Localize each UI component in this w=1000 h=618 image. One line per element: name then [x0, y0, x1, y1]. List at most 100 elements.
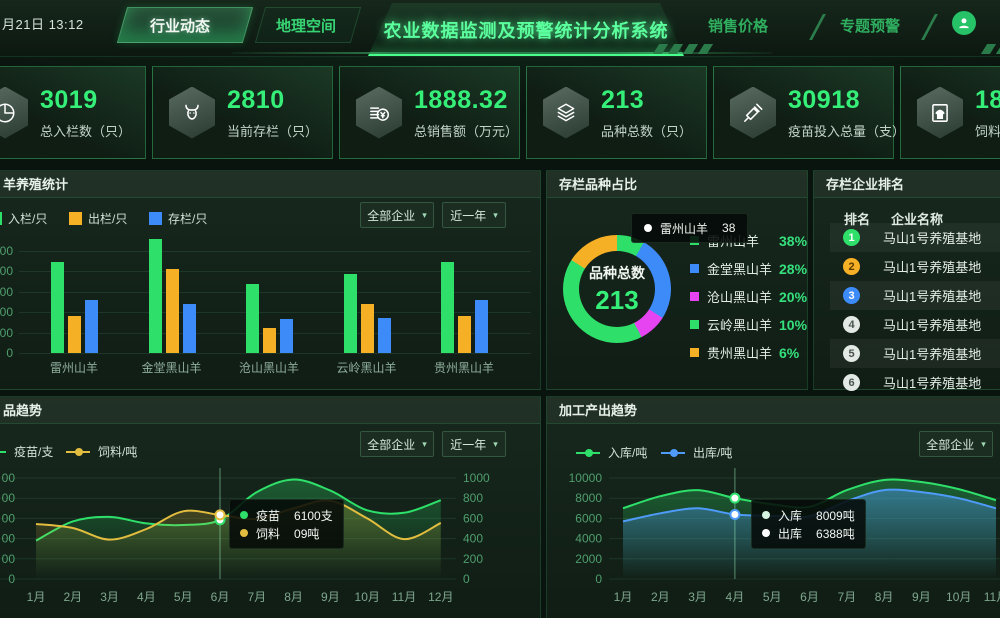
bar[interactable]	[51, 262, 64, 353]
panel-processing-trend: 加工产出趋势 入库/吨 出库/吨 全部企业 ▾ 1000080006000400…	[546, 396, 1000, 618]
y-axis-label: 200	[0, 326, 13, 340]
kpi-value: 188	[975, 86, 1000, 115]
period-filter-dropdown[interactable]: 近一年 ▾	[442, 431, 506, 457]
donut-legend-item[interactable]: 云岭黑山羊10%	[690, 315, 807, 334]
legend-swatch	[0, 212, 2, 225]
svg-text:600: 600	[463, 511, 483, 525]
donut-legend-item[interactable]: 沧山黑山羊20%	[690, 287, 807, 306]
svg-text:0: 0	[595, 572, 602, 586]
donut-legend-item[interactable]: 金堂黑山羊28%	[690, 259, 807, 278]
bar-category-label: 金堂黑山羊	[124, 359, 220, 376]
kpi-text: 3019总入栏数（只）	[40, 86, 131, 140]
bar[interactable]	[458, 316, 471, 353]
tab-sales[interactable]: 销售价格	[708, 15, 768, 36]
legend-item-inbound[interactable]: 入库/吨	[576, 444, 647, 461]
enterprise-filter-dropdown[interactable]: 全部企业 ▾	[360, 202, 434, 228]
legend-pct: 10%	[779, 317, 807, 333]
chevron-down-icon: ▾	[422, 439, 427, 450]
bar-category-label: 雷州山羊	[26, 359, 122, 376]
rank-badge: 3	[843, 287, 860, 304]
coins-icon	[356, 87, 402, 139]
panel-product-trend: 品趋势 疫苗/支 饲料/吨 全部企业 ▾ 近一年 ▾ 0010000080000…	[0, 396, 541, 618]
bar[interactable]	[344, 274, 357, 353]
svg-text:2000: 2000	[575, 552, 602, 566]
chart-tooltip: 入库8009吨出库6388吨	[751, 499, 866, 549]
legend-item-feed[interactable]: 饲料/吨	[66, 443, 137, 460]
kpi-card: 30918疫苗投入总量（支）	[713, 66, 894, 159]
tooltip-dot	[644, 224, 652, 232]
svg-text:10月: 10月	[946, 590, 971, 604]
legend-name: 云岭黑山羊	[707, 315, 779, 334]
bar-category-label: 云岭黑山羊	[319, 359, 415, 376]
bar[interactable]	[183, 304, 196, 353]
kpi-label: 饲料投入	[975, 121, 1000, 140]
legend-item-stock[interactable]: 存栏/只	[149, 210, 207, 227]
donut-legend-item[interactable]: 贵州黑山羊6%	[690, 343, 799, 362]
bar[interactable]	[68, 316, 81, 353]
tooltip-row: 出库6388吨	[762, 524, 855, 542]
kpi-card: 213品种总数（只）	[526, 66, 707, 159]
enterprise-filter-dropdown[interactable]: 全部企业 ▾	[919, 431, 993, 457]
panel-title: 加工产出趋势	[547, 397, 1000, 424]
legend-line-marker	[661, 452, 685, 454]
bar[interactable]	[246, 284, 259, 353]
panel-title: 存栏企业排名	[814, 171, 1000, 198]
rank-badge: 5	[843, 345, 860, 362]
kpi-card: 1888.32总销售额（万元）	[339, 66, 520, 159]
bar[interactable]	[166, 269, 179, 353]
feed-bag-icon	[917, 87, 963, 139]
donut-center-label: 品种总数	[589, 263, 645, 283]
kpi-label: 总销售额（万元）	[414, 121, 518, 140]
period-filter-dropdown[interactable]: 近一年 ▾	[442, 202, 506, 228]
legend-item-out[interactable]: 出栏/只	[69, 210, 127, 227]
table-row: 3 马山1号养殖基地	[830, 281, 1000, 310]
legend-pct: 20%	[779, 289, 807, 305]
legend-swatch	[690, 292, 699, 301]
tooltip-row: 入库8009吨	[762, 506, 855, 524]
tab-warning[interactable]: 专题预警	[840, 15, 900, 36]
tab-geo[interactable]: 地理空间	[276, 15, 336, 36]
layers-icon	[543, 87, 589, 139]
bar[interactable]	[149, 239, 162, 353]
svg-text:8月: 8月	[284, 590, 303, 604]
bar[interactable]	[475, 300, 488, 353]
kpi-value: 213	[601, 86, 692, 115]
legend-line-marker	[0, 451, 6, 453]
bar[interactable]	[263, 328, 276, 354]
enterprise-name: 马山1号养殖基地	[883, 373, 981, 392]
legend-item-vaccine[interactable]: 疫苗/支	[0, 443, 53, 460]
bar[interactable]	[361, 304, 374, 353]
bar[interactable]	[280, 319, 293, 353]
svg-text:00: 00	[2, 511, 16, 525]
header-decor-stripes	[984, 44, 1000, 54]
panel-title: 羊养殖统计	[0, 171, 540, 198]
enterprise-filter-dropdown[interactable]: 全部企业 ▾	[360, 431, 434, 457]
donut-center: 品种总数 213	[579, 251, 655, 327]
legend-pct: 28%	[779, 261, 807, 277]
bar[interactable]	[85, 300, 98, 353]
tab-industry[interactable]: 行业动态	[150, 15, 210, 36]
rank-badge: 2	[843, 258, 860, 275]
gridline	[19, 251, 531, 252]
svg-text:11月: 11月	[984, 590, 1000, 604]
legend-name: 沧山黑山羊	[707, 287, 779, 306]
tab-divider	[921, 14, 938, 40]
rank-badge: 6	[843, 374, 860, 391]
user-avatar[interactable]	[952, 11, 976, 35]
bar[interactable]	[378, 318, 391, 353]
y-axis-label: 400	[0, 305, 13, 319]
panel-title: 存栏品种占比	[547, 171, 807, 198]
y-axis-label: 0	[0, 346, 13, 360]
legend-item-in[interactable]: 入栏/只	[0, 210, 47, 227]
legend-item-outbound[interactable]: 出库/吨	[661, 444, 732, 461]
gridline	[19, 353, 531, 354]
enterprise-name: 马山1号养殖基地	[883, 286, 981, 305]
kpi-text: 213品种总数（只）	[601, 86, 692, 140]
svg-text:1000: 1000	[463, 471, 490, 485]
svg-text:5月: 5月	[763, 590, 782, 604]
bar[interactable]	[441, 262, 454, 353]
tooltip-row: 疫苗6100支	[240, 506, 333, 524]
kpi-text: 188 饲料投入	[975, 86, 1000, 140]
legend-swatch	[690, 320, 699, 329]
svg-text:0: 0	[8, 572, 15, 586]
